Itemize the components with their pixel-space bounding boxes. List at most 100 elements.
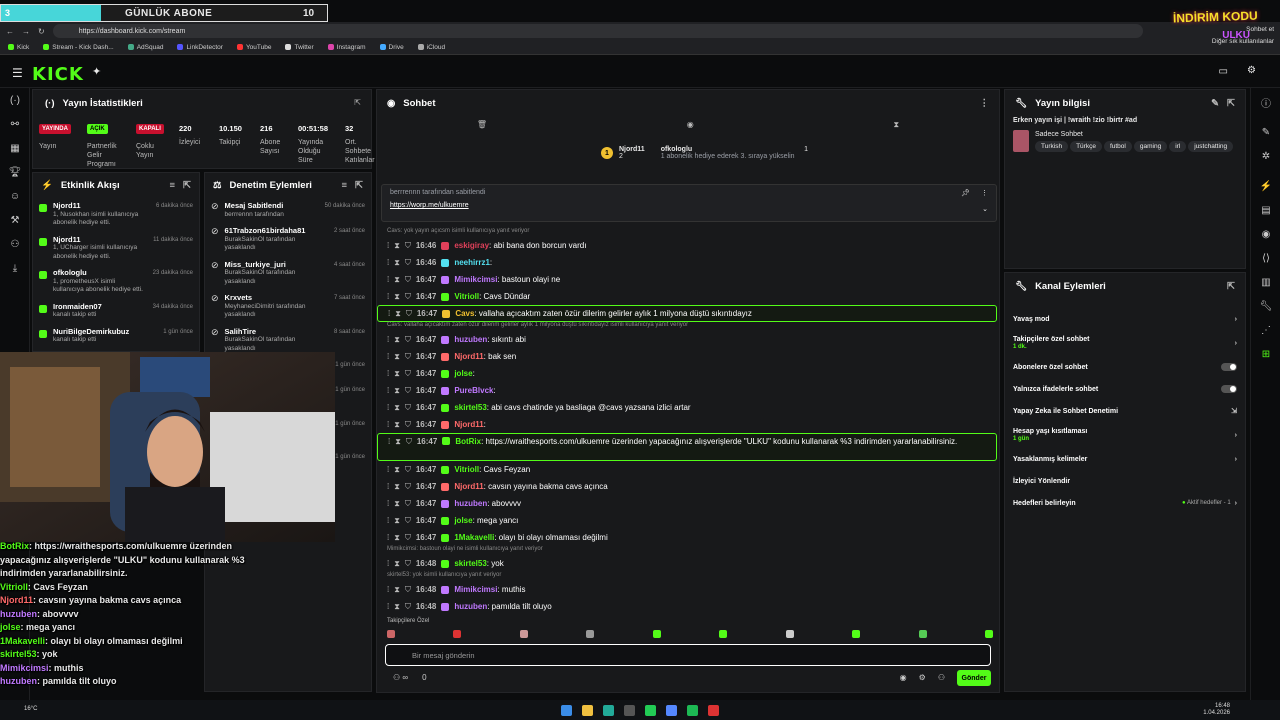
person-icon[interactable]: ☺	[0, 184, 30, 208]
account-age-row[interactable]: Hesap yaşı kısıtlaması 1 gün ›	[1005, 422, 1245, 448]
shield-icon[interactable]: ⛉	[405, 403, 411, 413]
message-icon[interactable]: ◉	[687, 120, 694, 130]
bolt-icon[interactable]: ⚡	[1251, 174, 1280, 198]
filter-icon[interactable]: ≡	[341, 180, 347, 191]
add-widget-icon[interactable]: ⊞	[1251, 342, 1280, 366]
chat-message[interactable]: ⁞ ⧗ ⛉ 16:47 huzuben: abovvvv	[377, 495, 997, 512]
hourglass-icon[interactable]: ⧗	[394, 258, 400, 268]
list-icon[interactable]: ▥	[1251, 270, 1280, 294]
other-bookmarks-label[interactable]: Diğer sık kullanılanlar	[1212, 36, 1274, 48]
chat-message[interactable]: ⁞ ⧗ ⛉ 16:47 Njord11: cavsın yayına bakma…	[377, 478, 997, 495]
community-icon[interactable]: ⚇	[0, 232, 30, 256]
chat-message[interactable]: ⁞ ⧗ ⛉ 16:47 Njord11:	[377, 416, 997, 433]
hourglass-icon[interactable]: ⧗	[394, 420, 400, 430]
hourglass-icon[interactable]: ⧗	[394, 369, 400, 379]
info-icon[interactable]: ⓘ	[1251, 90, 1280, 114]
send-button[interactable]: Gönder	[957, 670, 991, 686]
hourglass-icon[interactable]: ⧗	[395, 309, 401, 319]
bookmark-item[interactable]: Instagram	[327, 44, 366, 51]
wrench-icon[interactable]: 🔧︎	[1251, 294, 1280, 318]
start-icon[interactable]	[561, 704, 572, 716]
users-icon[interactable]: ⚇ ∞	[393, 673, 408, 682]
shield-icon[interactable]: ⛉	[405, 335, 411, 345]
hourglass-icon[interactable]: ⧗	[394, 516, 400, 526]
moderation-item[interactable]: ⊘ Krxvets MeyhaneciDimitri tarafından yas…	[205, 290, 371, 324]
tools-icon[interactable]: ⚒	[0, 208, 30, 232]
stream-tag[interactable]: Türkçe	[1070, 140, 1102, 152]
emote-icon[interactable]: ◉	[900, 673, 907, 682]
popout-icon[interactable]: ⇱	[183, 180, 191, 191]
obs-icon[interactable]	[708, 704, 719, 716]
activity-item[interactable]: NuriBilgeDemirkubuz kanalı takip etti 1 g…	[33, 324, 199, 349]
chat-message[interactable]: ⁞ ⧗ ⛉ 16:47 Njord11: bak sen	[377, 348, 997, 365]
discord-icon[interactable]	[666, 704, 677, 716]
shield-icon[interactable]: ⛉	[405, 352, 411, 362]
hourglass-icon[interactable]: ⧗	[394, 275, 400, 285]
share-icon[interactable]: ⋰	[1251, 318, 1280, 342]
bookmark-item[interactable]: AdSquad	[127, 44, 163, 51]
pin-icon[interactable]: ⁞	[387, 275, 389, 284]
ai-moderation-row[interactable]: Yapay Zeka ile Sohbet Denetimi ⇲	[1005, 400, 1245, 422]
trophy-icon[interactable]: 🏆︎	[0, 160, 30, 184]
link-icon[interactable]: ⚯	[0, 112, 30, 136]
subs-only-toggle[interactable]	[1221, 363, 1237, 371]
stream-tag[interactable]: futbol	[1103, 140, 1132, 152]
chat-message[interactable]: ⁞ ⧗ ⛉ 16:47 Vitrioll: Cavs Dündar	[377, 288, 997, 305]
banned-words-row[interactable]: Yasaklanmış kelimeler ›	[1005, 448, 1245, 470]
pin-icon[interactable]: ✦	[92, 65, 101, 78]
hourglass-icon[interactable]: ⧗	[395, 437, 401, 447]
chat-message[interactable]: ⁞ ⧗ ⛉ 16:47 PureBlvck:	[377, 382, 997, 399]
hourglass-icon[interactable]: ⧗	[394, 335, 400, 345]
pin-icon[interactable]: ⁞	[387, 420, 389, 429]
shield-icon[interactable]: ⛉	[405, 482, 411, 492]
activity-item[interactable]: Njord11 1, Nusokhan isimli kullanıcıya ab…	[33, 198, 199, 232]
pin-icon[interactable]: ⁞	[387, 516, 389, 525]
hourglass-icon[interactable]: ⧗	[893, 120, 899, 130]
followers-only-row[interactable]: Takipçilere özel sohbet 1 dk. ›	[1005, 330, 1245, 356]
spotify-icon[interactable]	[687, 704, 698, 716]
forward-icon[interactable]: →	[22, 27, 30, 36]
pin-icon[interactable]: ⁞	[387, 241, 389, 250]
settings-icon[interactable]: ⚙	[919, 673, 926, 682]
chat-message[interactable]: ⁞ ⧗ ⛉ 16:48 huzuben: pamılda tilt oluyo	[377, 598, 997, 615]
shield-icon[interactable]: ⛉	[405, 241, 411, 251]
emote-only-row[interactable]: Yalnızca ifadelerle sohbet	[1005, 378, 1245, 400]
chat-message[interactable]: ⁞ ⧗ ⛉ 16:47 skirtel53: abi cavs chatinde…	[377, 399, 997, 416]
chat-message[interactable]: ⁞ ⧗ ⛉ 16:47 huzuben: sıkıntı abi	[377, 331, 997, 348]
explorer-icon[interactable]	[582, 704, 593, 716]
pin-icon[interactable]: ⁞	[387, 533, 389, 542]
pin-icon[interactable]: ⁞	[387, 352, 389, 361]
shield-icon[interactable]: ⛉	[405, 585, 411, 595]
stream-tag[interactable]: gaming	[1133, 140, 1168, 152]
pin-icon[interactable]: 📌︎	[961, 189, 970, 197]
stream-tag[interactable]: justchatting	[1188, 140, 1234, 152]
pin-icon[interactable]: ⁞	[387, 369, 389, 378]
shield-icon[interactable]: ⛉	[406, 309, 412, 319]
hourglass-icon[interactable]: ⧗	[394, 386, 400, 396]
hourglass-icon[interactable]: ⧗	[394, 403, 400, 413]
hourglass-icon[interactable]: ⧗	[394, 465, 400, 475]
bookmark-item[interactable]: LinkDetector	[177, 44, 223, 51]
chat-message[interactable]: ⁞ ⧗ ⛉ 16:47 Cavs: vallaha açıcaktım zate…	[377, 305, 997, 322]
bookmark-item[interactable]: Stream - Kick Dash...	[43, 44, 114, 51]
chat-message[interactable]: ⁞ ⧗ ⛉ 16:47 1Makavelli: olayı bi olayı o…	[377, 529, 997, 546]
popout-icon[interactable]: ⇱	[1227, 281, 1235, 292]
stream-icon[interactable]: (·)	[0, 88, 30, 112]
chat-message[interactable]: ⁞ ⧗ ⛉ 16:47 Vitrioll: Cavs Feyzan	[377, 461, 997, 478]
shield-icon[interactable]: ⛉	[405, 420, 411, 430]
popout-icon[interactable]: ⇱	[354, 98, 361, 107]
shield-icon[interactable]: ⛉	[405, 258, 411, 268]
emote-only-toggle[interactable]	[1221, 385, 1237, 393]
subs-only-row[interactable]: Abonelere özel sohbet	[1005, 356, 1245, 378]
bookmark-item[interactable]: Drive	[379, 44, 404, 51]
redirect-viewers-row[interactable]: İzleyici Yönlendir	[1005, 470, 1245, 492]
pin-icon[interactable]: ⁞	[387, 482, 389, 491]
activity-item[interactable]: ofkologlu 1, prometheusX isimli kullanıcı…	[33, 265, 199, 299]
pin-icon[interactable]: ⁞	[387, 465, 389, 474]
pin-icon[interactable]: ⁞	[387, 258, 389, 267]
shield-icon[interactable]: ⛉	[405, 516, 411, 526]
filter-icon[interactable]: ≡	[169, 180, 175, 191]
chat-message[interactable]: ⁞ ⧗ ⛉ 16:46 eskigiray: abi bana don borc…	[377, 237, 997, 254]
bookmark-item[interactable]: iCloud	[417, 44, 445, 51]
target-icon[interactable]: ✲	[1251, 144, 1280, 168]
